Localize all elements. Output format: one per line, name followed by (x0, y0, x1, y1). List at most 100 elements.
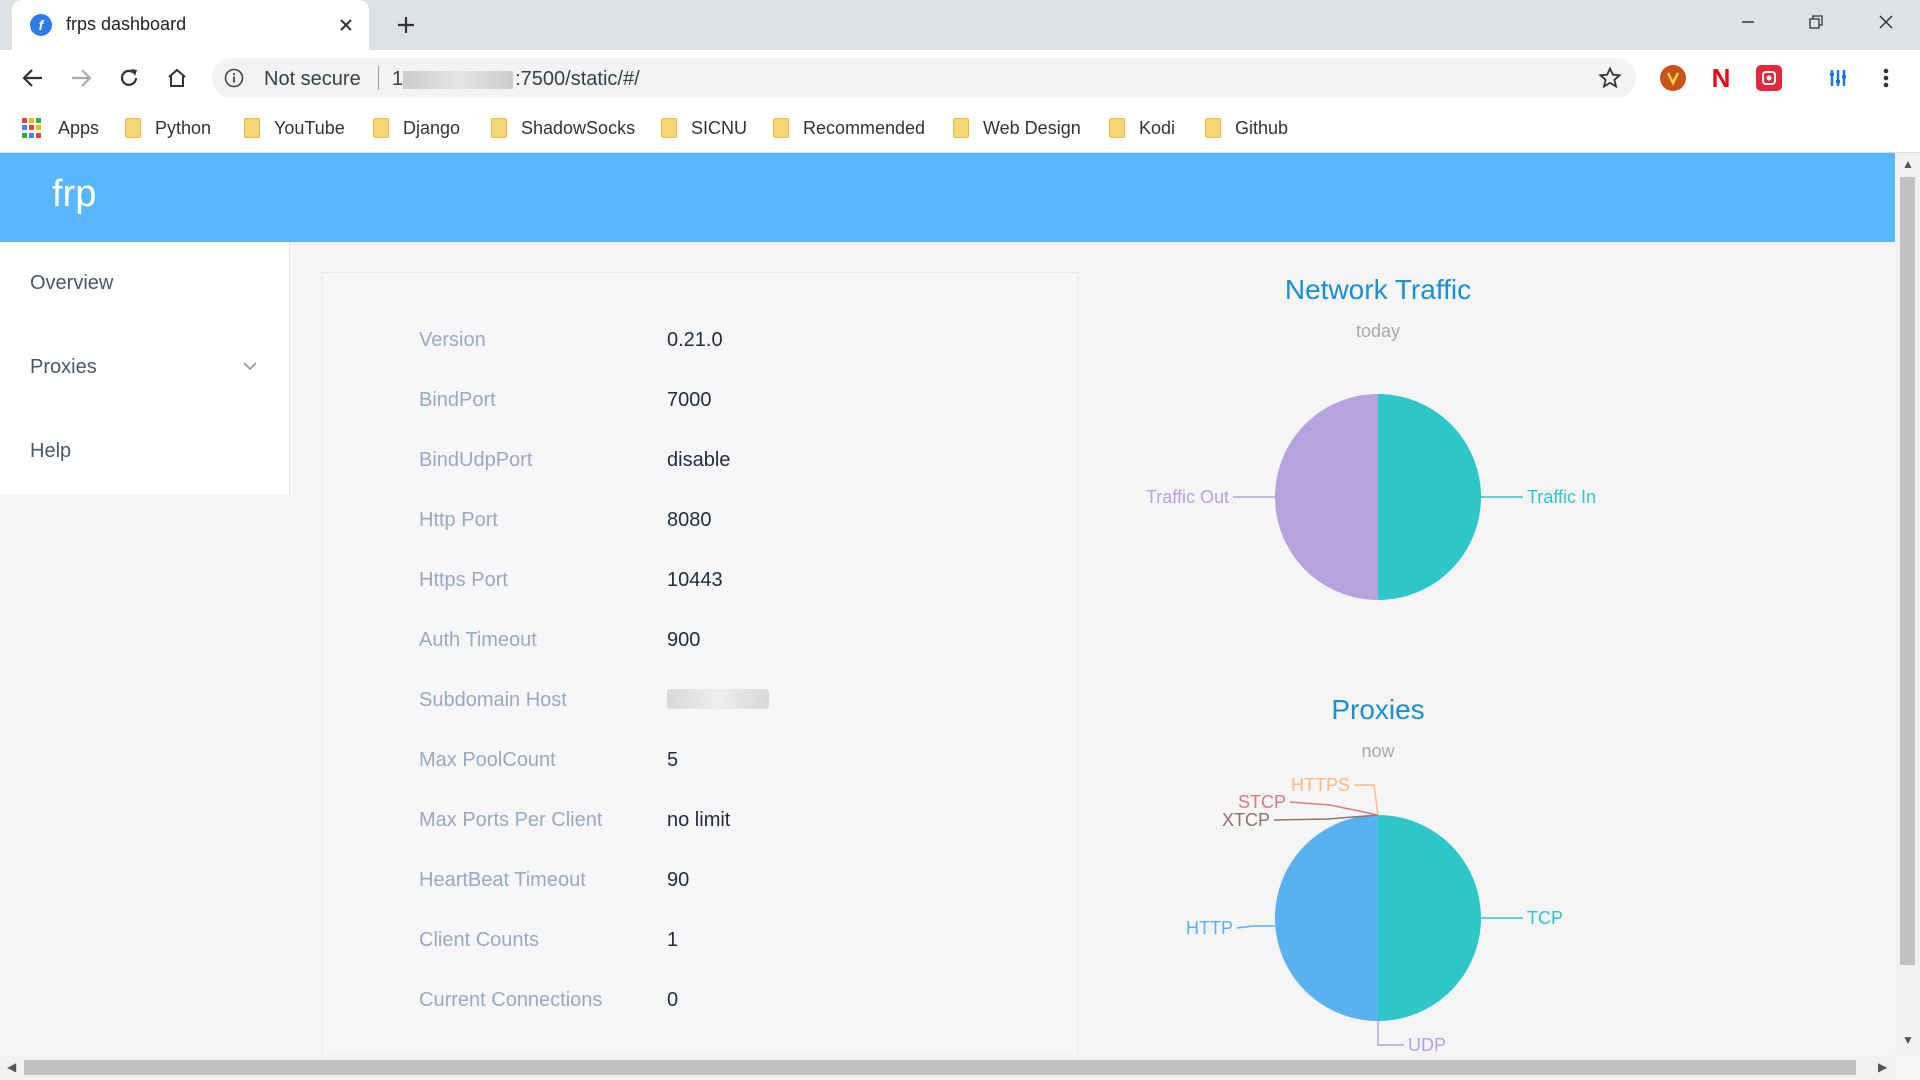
horizontal-scrollbar[interactable]: ◀ ▶ (0, 1055, 1895, 1080)
pie-label-tcp: TCP (1527, 908, 1563, 928)
bookmark-shadowsocks[interactable]: ShadowSocks (491, 114, 635, 142)
pie-label-udp: UDP (1408, 1035, 1446, 1055)
url-prefix: 1 (392, 68, 404, 90)
horizontal-scroll-thumb[interactable] (24, 1060, 1856, 1075)
url-suffix: :7500/static/#/ (515, 68, 640, 90)
pie-slice-http[interactable] (1275, 815, 1378, 1021)
proxies-chart-title: Proxies (1331, 694, 1425, 725)
reload-icon[interactable] (112, 61, 146, 95)
bookmarks-bar: Apps Python YouTube Django ShadowSocks S… (0, 106, 1920, 153)
netflix-icon[interactable]: N (1708, 63, 1734, 93)
bookmark-label: Apps (58, 117, 100, 138)
pie-slice-traffic-in[interactable] (1378, 394, 1481, 600)
address-bar[interactable]: Not secure 1 :7500/static/#/ (212, 58, 1636, 98)
menu-kebab-icon[interactable] (1873, 65, 1899, 91)
sidebar-item-overview[interactable]: Overview (30, 272, 113, 295)
traffic-chart-title: Network Traffic (1284, 274, 1472, 305)
bookmark-kodi[interactable]: Kodi (1109, 114, 1175, 142)
info-value: 0.21.0 (667, 329, 723, 351)
sidebar-item-help[interactable]: Help (30, 440, 71, 463)
pie-slice-traffic-out[interactable] (1275, 394, 1378, 600)
close-window-icon[interactable] (1866, 6, 1906, 38)
bookmark-youtube[interactable]: YouTube (244, 114, 345, 142)
info-label: Https Port (419, 569, 508, 591)
security-label[interactable]: Not secure (264, 68, 361, 91)
scroll-down-icon[interactable]: ▼ (1902, 1033, 1914, 1047)
folder-icon (1205, 118, 1221, 138)
bookmark-label: Django (403, 117, 461, 138)
pie-label-traffic-out: Traffic Out (1146, 487, 1229, 507)
folder-icon (125, 118, 141, 138)
sidebar-item-proxies[interactable]: Proxies (30, 356, 97, 379)
brand-logo[interactable]: frp (52, 173, 96, 216)
red-extension-icon[interactable] (1756, 65, 1782, 91)
address-separator (378, 66, 379, 90)
app-header: frp (0, 153, 1895, 242)
info-value: 7000 (667, 389, 712, 411)
scroll-up-icon[interactable]: ▲ (1902, 157, 1914, 171)
tab-title: frps dashboard (66, 14, 187, 34)
new-tab-icon[interactable] (393, 12, 419, 38)
sidebar-menu: Overview Proxies Help (0, 242, 290, 495)
label-line (1377, 1021, 1404, 1046)
pie-label-https: HTTPS (1291, 775, 1350, 795)
home-icon[interactable] (160, 61, 194, 95)
back-icon[interactable] (16, 61, 50, 95)
info-value: 1 (667, 929, 679, 951)
bookmark-sicnu[interactable]: SICNU (661, 114, 747, 142)
browser-toolbar: Not secure 1 :7500/static/#/ N (0, 50, 1920, 106)
info-value: 8080 (667, 509, 712, 531)
scroll-left-icon[interactable]: ◀ (7, 1060, 16, 1074)
url-text[interactable]: 1 :7500/static/#/ (392, 68, 640, 91)
folder-icon (773, 118, 789, 138)
info-value: 90 (667, 869, 690, 891)
bookmark-web-design[interactable]: Web Design (953, 114, 1081, 142)
bookmark-django[interactable]: Django (373, 114, 460, 142)
info-icon[interactable] (224, 68, 244, 88)
chevron-down-icon[interactable] (242, 358, 258, 374)
pie-slice-tcp[interactable] (1378, 815, 1481, 1021)
restore-icon[interactable] (1796, 6, 1836, 38)
info-value: no limit (667, 809, 731, 831)
pie-label-traffic-in: Traffic In (1527, 487, 1596, 507)
equalizer-icon[interactable] (1825, 65, 1851, 91)
brave-icon[interactable] (1660, 65, 1686, 91)
bookmark-label: Kodi (1139, 117, 1176, 138)
label-line (1236, 925, 1275, 929)
folder-icon (953, 118, 969, 138)
bookmark-apps[interactable]: Apps (22, 114, 99, 142)
info-label: HeartBeat Timeout (419, 869, 586, 891)
info-value: 0 (667, 989, 679, 1011)
vertical-scrollbar[interactable]: ▲ ▼ (1895, 153, 1920, 1055)
bookmark-label: Github (1235, 117, 1289, 138)
server-info-card: Version 0.21.0 BindPort 7000 BindUdpPort disa… (322, 272, 1078, 1060)
scroll-right-icon[interactable]: ▶ (1878, 1060, 1887, 1074)
bookmark-github[interactable]: Github (1205, 114, 1288, 142)
pie-label-http: HTTP (1186, 918, 1233, 938)
forward-icon[interactable] (64, 61, 98, 95)
bookmark-label: Web Design (983, 117, 1081, 138)
info-label: Current Connections (419, 989, 603, 1011)
bookmark-label: Python (155, 117, 212, 138)
vertical-scroll-thumb[interactable] (1900, 177, 1915, 965)
info-value: 10443 (667, 569, 723, 591)
browser-tab[interactable]: f frps dashboard (12, 0, 369, 50)
folder-icon (1109, 118, 1125, 138)
info-value: disable (667, 449, 731, 471)
info-value (667, 689, 769, 715)
info-label: Auth Timeout (419, 629, 537, 651)
bookmark-star-icon[interactable] (1598, 66, 1622, 90)
bookmark-python[interactable]: Python (125, 114, 211, 142)
bookmark-label: SICNU (691, 117, 748, 138)
info-label: Max Ports Per Client (419, 809, 603, 831)
redacted-host (403, 70, 514, 89)
bookmark-label: Recommended (803, 117, 926, 138)
bookmark-recommended[interactable]: Recommended (773, 114, 925, 142)
folder-icon (373, 118, 389, 138)
pie-label-stcp: STCP (1238, 792, 1286, 812)
proxies-pie-chart: TCP UDP HTTP XTCPSTCPHTTPS (1186, 775, 1563, 1055)
minimize-icon[interactable] (1728, 6, 1768, 38)
bookmark-label: ShadowSocks (521, 117, 636, 138)
folder-icon (491, 118, 507, 138)
close-tab-icon[interactable] (333, 12, 359, 38)
